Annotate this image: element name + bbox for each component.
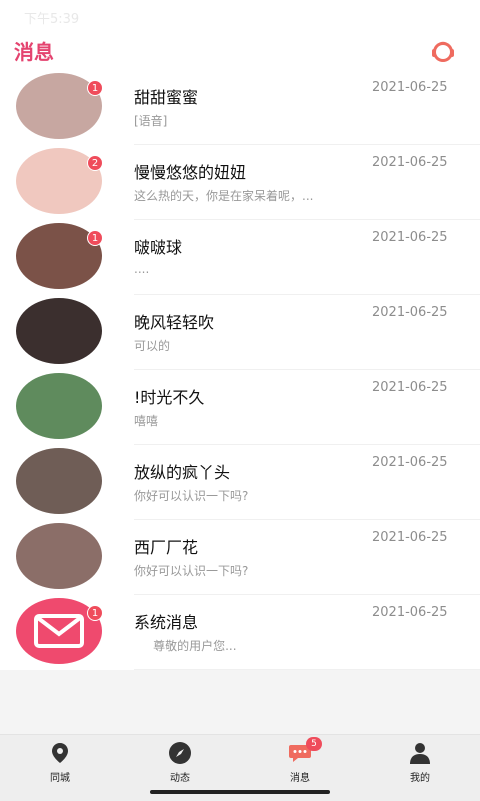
- avatar: [16, 523, 102, 589]
- message-preview: 这么热的天，你是在家呆着呢，...: [134, 189, 314, 203]
- message-item[interactable]: 放纵的疯丫头 你好可以认识一下吗? 2021-06-25: [0, 445, 480, 520]
- tab-label: 我的: [410, 773, 430, 784]
- message-time: 2021-06-25: [372, 605, 448, 620]
- message-list: 1 甜甜蜜蜜 [语音] 2021-06-25 2 慢慢悠悠的妞妞 这么热的天，你…: [0, 70, 480, 670]
- avatar: [16, 298, 102, 364]
- system-message-item[interactable]: 1 系统消息 尊敬的用户您... 2021-06-25: [0, 595, 480, 670]
- contact-name: 晚风轻轻吹: [134, 313, 215, 332]
- contact-name: 系统消息: [134, 613, 199, 632]
- message-item[interactable]: !时光不久 嘻嘻 2021-06-25: [0, 370, 480, 445]
- message-item[interactable]: 晚风轻轻吹 可以的 2021-06-25: [0, 295, 480, 370]
- tab-profile[interactable]: 我的: [360, 735, 480, 801]
- contact-name: 慢慢悠悠的妞妞: [134, 163, 247, 182]
- avatar: [16, 373, 102, 439]
- avatar: [16, 448, 102, 514]
- tab-label: 同城: [50, 773, 70, 784]
- status-time: 下午5:39: [24, 12, 80, 27]
- tab-nearby[interactable]: 同城: [0, 735, 120, 801]
- tab-label: 动态: [170, 773, 190, 784]
- message-item[interactable]: 1 甜甜蜜蜜 [语音] 2021-06-25: [0, 70, 480, 145]
- message-time: 2021-06-25: [372, 155, 448, 170]
- unread-badge: 1: [87, 80, 103, 96]
- user-icon: [410, 743, 430, 764]
- message-preview: ....: [134, 262, 150, 276]
- message-preview: 可以的: [134, 339, 171, 353]
- header: 消息: [0, 30, 480, 70]
- message-preview: 尊敬的用户您...: [134, 639, 237, 653]
- message-preview: 你好可以认识一下吗?: [134, 489, 249, 503]
- headset-icon[interactable]: [430, 39, 456, 63]
- message-preview: 你好可以认识一下吗?: [134, 564, 249, 578]
- contact-name: !时光不久: [134, 388, 205, 407]
- unread-badge: 2: [87, 155, 103, 171]
- status-bar: 下午5:39: [0, 0, 480, 30]
- compass-icon: [169, 742, 191, 764]
- contact-name: 啵啵球: [134, 238, 183, 257]
- message-preview: [语音]: [134, 114, 168, 128]
- unread-badge: 1: [87, 230, 103, 246]
- message-item[interactable]: 2 慢慢悠悠的妞妞 这么热的天，你是在家呆着呢，... 2021-06-25: [0, 145, 480, 220]
- page-title: 消息: [14, 40, 54, 64]
- contact-name: 甜甜蜜蜜: [134, 88, 199, 107]
- message-time: 2021-06-25: [372, 455, 448, 470]
- tab-label: 消息: [290, 773, 310, 784]
- contact-name: 放纵的疯丫头: [134, 463, 231, 482]
- message-preview: 嘻嘻: [134, 414, 159, 428]
- divider: [134, 669, 480, 670]
- message-time: 2021-06-25: [372, 80, 448, 95]
- home-indicator: [150, 790, 330, 794]
- message-item[interactable]: 西厂厂花 你好可以认识一下吗? 2021-06-25: [0, 520, 480, 595]
- messages-tab-badge: 5: [306, 737, 322, 751]
- message-item[interactable]: 1 啵啵球 .... 2021-06-25: [0, 220, 480, 295]
- unread-badge: 1: [87, 605, 103, 621]
- message-time: 2021-06-25: [372, 230, 448, 245]
- message-time: 2021-06-25: [372, 305, 448, 320]
- contact-name: 西厂厂花: [134, 538, 199, 557]
- message-time: 2021-06-25: [372, 380, 448, 395]
- message-time: 2021-06-25: [372, 530, 448, 545]
- location-pin-icon: [52, 743, 68, 763]
